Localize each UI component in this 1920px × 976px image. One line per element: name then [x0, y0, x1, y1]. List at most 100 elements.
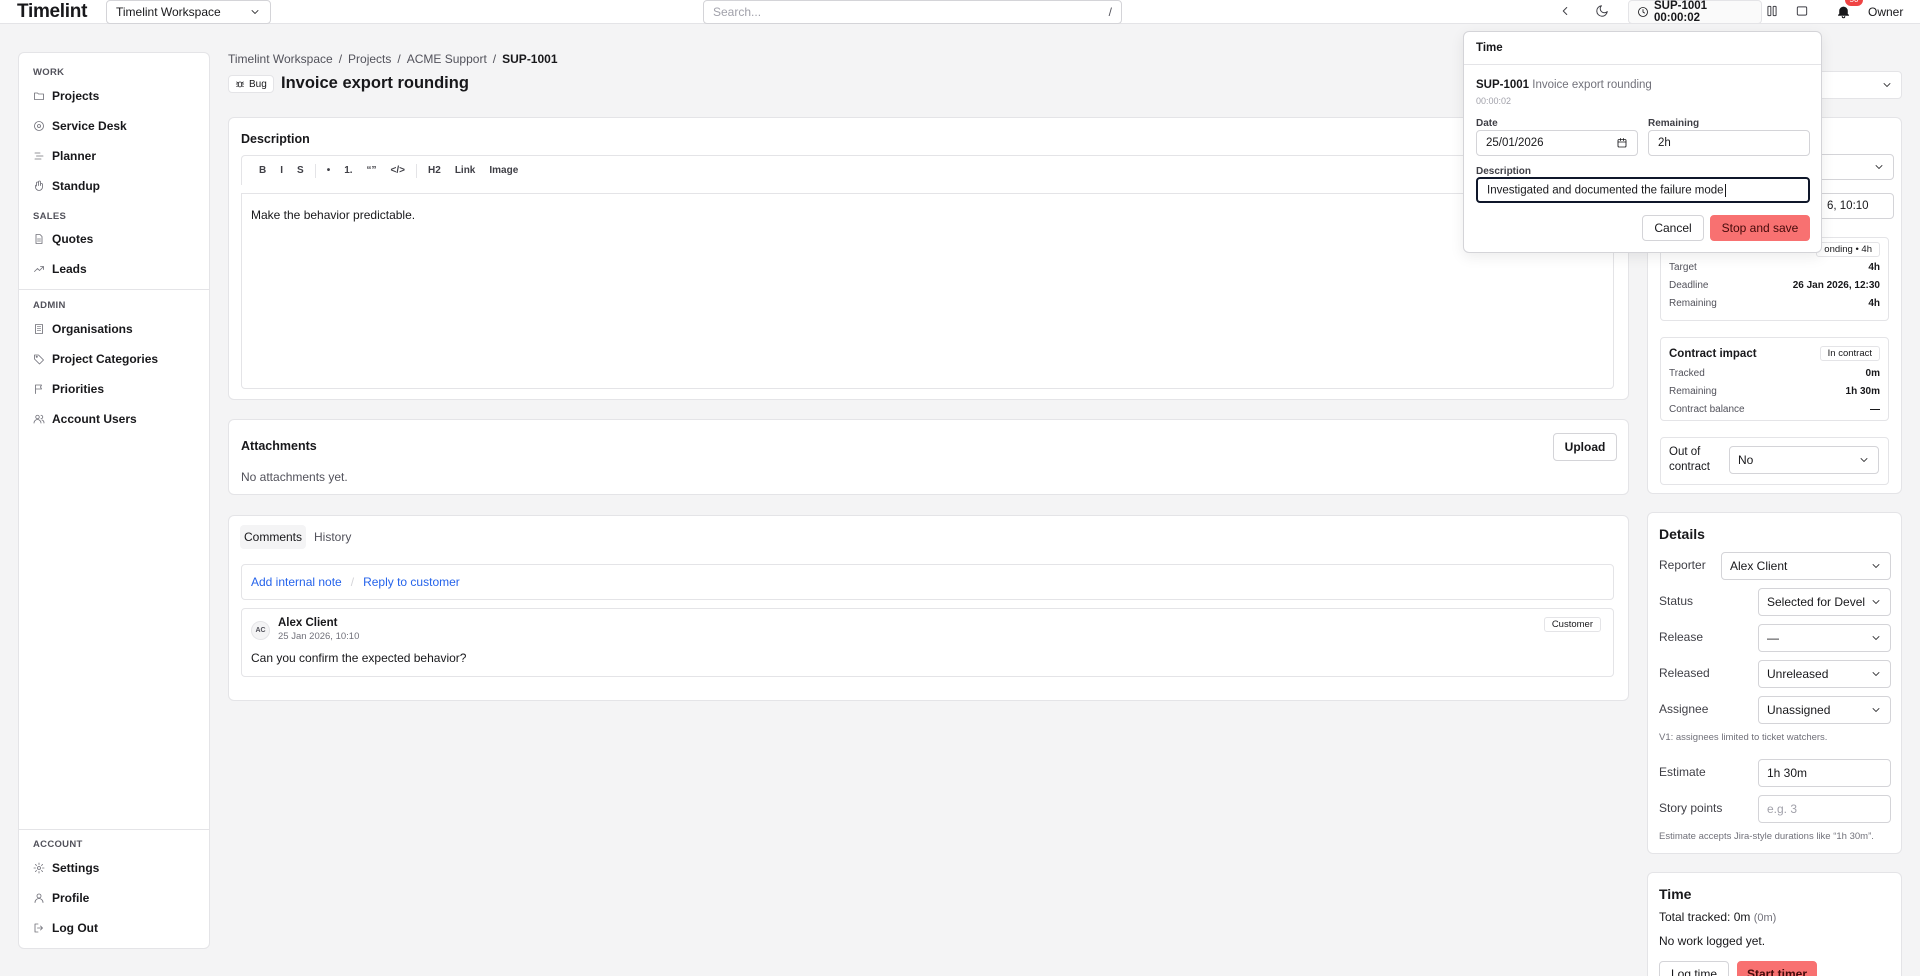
contract-impact-panel: Contract impact In contract Tracked 0m Re…: [1660, 337, 1889, 421]
avatar: AC: [251, 621, 270, 640]
quote-button[interactable]: “”: [360, 165, 384, 176]
popover-divider: [1464, 64, 1821, 65]
calendar-icon[interactable]: [1616, 137, 1628, 149]
remaining-input[interactable]: 2h: [1648, 130, 1810, 156]
running-timer-pill[interactable]: SUP-1001 00:00:02: [1628, 0, 1762, 24]
breadcrumb-link[interactable]: Projects: [348, 52, 391, 66]
sidebar-item-log-out[interactable]: Log Out: [33, 921, 98, 935]
sidebar-item-label: Priorities: [52, 382, 105, 396]
out-of-contract-select[interactable]: No: [1729, 446, 1879, 474]
story-points-input[interactable]: e.g. 3: [1758, 795, 1891, 823]
search-shortcut: /: [1108, 5, 1112, 19]
total-tracked-label: Total tracked: 0m: [1659, 910, 1751, 924]
chevron-down-icon: [1881, 79, 1893, 91]
status-value: Selected for Devel: [1767, 595, 1866, 609]
app-logo[interactable]: Timelint: [17, 1, 87, 23]
notification-count-badge: 50: [1845, 0, 1863, 6]
in-contract-badge: In contract: [1819, 346, 1880, 361]
start-timer-button[interactable]: Start timer: [1737, 961, 1817, 976]
breadcrumb-link[interactable]: ACME Support: [407, 52, 487, 66]
tab-comments[interactable]: Comments: [240, 525, 307, 549]
stop-and-save-button[interactable]: Stop and save: [1710, 215, 1810, 241]
chevron-left-icon[interactable]: [1558, 4, 1574, 20]
page-title: Invoice export rounding: [281, 74, 469, 92]
customer-badge: Customer: [1543, 617, 1601, 632]
window-icon[interactable]: [1795, 4, 1811, 20]
status-label: Status: [1659, 594, 1694, 608]
bell-icon[interactable]: [1836, 4, 1852, 20]
ordered-list-button[interactable]: 1.: [337, 165, 359, 176]
chevron-down-icon: [1870, 704, 1882, 716]
header-select[interactable]: [1816, 71, 1902, 99]
estimate-input[interactable]: 1h 30m: [1758, 759, 1891, 787]
priority-select[interactable]: [1818, 154, 1894, 180]
sidebar-item-planner[interactable]: Planner: [33, 149, 96, 163]
sidebar-item-projects[interactable]: Projects: [33, 89, 99, 103]
image-button[interactable]: Image: [482, 165, 525, 176]
release-select[interactable]: —: [1758, 624, 1891, 652]
sidebar-item-label: Leads: [52, 262, 87, 276]
sla-remaining-label: Remaining: [1669, 298, 1717, 309]
search-placeholder: Search...: [713, 5, 762, 19]
sidebar: WORK Projects Service Desk Planner Stand…: [18, 52, 210, 949]
description-input[interactable]: Investigated and documented the failure …: [1476, 177, 1810, 203]
workspace-select[interactable]: Timelint Workspace: [106, 0, 271, 24]
upload-button[interactable]: Upload: [1553, 433, 1617, 461]
assignee-value: Unassigned: [1767, 703, 1831, 717]
sidebar-item-profile[interactable]: Profile: [33, 891, 89, 905]
italic-button[interactable]: I: [273, 165, 290, 176]
sidebar-item-standup[interactable]: Standup: [33, 179, 100, 193]
sidebar-item-account-users[interactable]: Account Users: [33, 412, 137, 426]
moon-icon[interactable]: [1595, 4, 1611, 20]
released-select[interactable]: Unreleased: [1758, 660, 1891, 688]
assignee-label: Assignee: [1659, 702, 1709, 716]
heading-button[interactable]: H2: [421, 165, 448, 176]
status-select[interactable]: Selected for Devel: [1758, 588, 1891, 616]
bold-button[interactable]: B: [252, 165, 273, 176]
contract-tracked-row: Tracked 0m: [1669, 368, 1880, 379]
details-card: Details Reporter Alex Client Status Sele…: [1647, 512, 1902, 854]
created-date-field[interactable]: 6, 10:10: [1818, 193, 1894, 219]
date-input[interactable]: 25/01/2026: [1476, 130, 1638, 156]
user-menu[interactable]: Owner: [1868, 5, 1903, 19]
contract-balance-value: —: [1870, 404, 1880, 415]
sidebar-item-quotes[interactable]: Quotes: [33, 232, 93, 246]
text-caret: [1724, 183, 1726, 197]
add-internal-note-link[interactable]: Add internal note: [251, 575, 342, 589]
breadcrumb-link[interactable]: Timelint Workspace: [228, 52, 333, 66]
sidebar-item-service-desk[interactable]: Service Desk: [33, 119, 127, 133]
cancel-button[interactable]: Cancel: [1642, 215, 1704, 241]
comment-composer: Add internal note / Reply to customer: [241, 564, 1614, 600]
tab-history[interactable]: History: [310, 525, 355, 549]
columns-icon[interactable]: [1765, 4, 1781, 20]
sidebar-item-project-categories[interactable]: Project Categories: [33, 352, 158, 366]
bullet-list-button[interactable]: •: [320, 165, 338, 176]
sla-deadline-row: Deadline 26 Jan 2026, 12:30: [1669, 280, 1880, 291]
description-editor[interactable]: Make the behavior predictable.: [241, 193, 1614, 389]
sidebar-item-leads[interactable]: Leads: [33, 262, 87, 276]
sidebar-item-settings[interactable]: Settings: [33, 861, 99, 875]
link-button[interactable]: Link: [448, 165, 483, 176]
sidebar-item-organisations[interactable]: Organisations: [33, 322, 133, 336]
chevron-down-icon: [1870, 668, 1882, 680]
sidebar-item-label: Organisations: [52, 322, 133, 336]
description-input-text: Investigated and documented the failure …: [1487, 183, 1726, 197]
reply-to-customer-link[interactable]: Reply to customer: [363, 575, 460, 589]
toolbar-divider: [416, 163, 418, 178]
estimate-hint: Estimate accepts Jira-style durations li…: [1659, 831, 1874, 842]
assignee-select[interactable]: Unassigned: [1758, 696, 1891, 724]
contract-balance-label: Contract balance: [1669, 404, 1745, 415]
sidebar-item-priorities[interactable]: Priorities: [33, 382, 104, 396]
out-of-contract-value: No: [1738, 453, 1754, 467]
estimate-label: Estimate: [1659, 765, 1706, 779]
story-points-placeholder: e.g. 3: [1767, 802, 1798, 816]
code-button[interactable]: </>: [384, 165, 412, 176]
reporter-select[interactable]: Alex Client: [1721, 552, 1891, 580]
description-input-value: Investigated and documented the failure …: [1487, 184, 1724, 197]
popover-issue-key: SUP-1001: [1476, 79, 1530, 91]
strike-button[interactable]: S: [290, 165, 311, 176]
description-heading: Description: [241, 132, 310, 146]
date-value: 25/01/2026: [1486, 137, 1544, 149]
search-input[interactable]: Search... /: [703, 0, 1122, 24]
log-time-button[interactable]: Log time: [1659, 961, 1729, 976]
